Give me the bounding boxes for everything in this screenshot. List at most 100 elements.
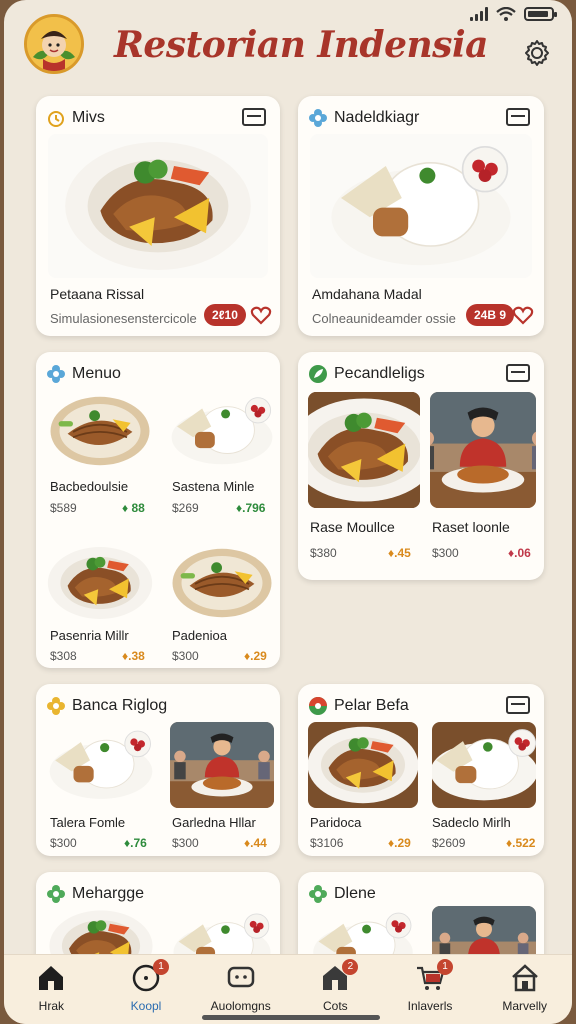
item-price: $300 (432, 546, 459, 560)
featured-card-2[interactable]: Nadeldkiagr Amdahana Madal Colneaunideam… (298, 96, 544, 336)
tab-label: Marvelly (502, 999, 548, 1013)
featured-card-1[interactable]: Mivs Petaana Rissal Simulasionesensterci… (36, 96, 280, 336)
item-price: $3106 (310, 836, 344, 850)
clock-icon: 1 (131, 959, 169, 993)
price-badge: 2ℓ10 (204, 304, 246, 326)
item-name: Raset loonle (432, 519, 510, 535)
card-header: Nadeldkiagr (308, 106, 534, 130)
item-name: Garledna Hllar (172, 815, 256, 830)
dish-description: Colneaunideamder ossie (312, 311, 456, 326)
clock-icon (48, 111, 64, 127)
dish-image (46, 542, 154, 624)
menu-icon[interactable] (242, 108, 266, 126)
item-price: $269 (172, 501, 199, 515)
chat-icon (227, 966, 254, 988)
card-header: Mehargge (46, 882, 270, 906)
item-name: Bacbedoulsie (50, 479, 129, 494)
dish-name: Amdahana Madal (312, 286, 422, 302)
tab-messages[interactable]: Auolomgns (193, 955, 288, 1024)
item-rating: ♦.76 (124, 836, 147, 850)
home-indicator[interactable] (202, 1015, 380, 1020)
heart-icon[interactable] (250, 304, 272, 326)
tab-label: Hrak (38, 999, 64, 1013)
app-header: Restorian Indensia (4, 14, 572, 78)
flower-icon (47, 365, 65, 383)
tab-label: Inlaverls (407, 999, 453, 1013)
bottom-tab-bar: Hrak 1 Koopl Auolomgns 2 Cots 1 Inlaverl… (4, 954, 572, 1024)
house-icon (511, 964, 538, 992)
card-title: Mehargge (72, 885, 145, 902)
tab-home[interactable]: Hrak (4, 955, 99, 1024)
card-header: Dlene (308, 882, 534, 906)
dish-image (46, 390, 154, 472)
gear-icon[interactable] (522, 38, 552, 68)
item-price: $2609 (432, 836, 466, 850)
heart-icon[interactable] (512, 304, 534, 326)
menu-icon[interactable] (506, 364, 530, 382)
recommended-card[interactable]: Pecandleligs Rase Moullce $380 ♦.45 Rase… (298, 352, 544, 580)
item-rating: ♦.44 (244, 836, 267, 850)
item-name: Sadeclo Mirlh (432, 815, 511, 830)
flower-icon (309, 109, 327, 127)
card-title: Mivs (72, 109, 105, 126)
item-price: $300 (50, 836, 77, 850)
card-header: Mivs (46, 106, 270, 130)
tab-profile[interactable]: Marvelly (477, 955, 572, 1024)
dish-image (168, 542, 276, 624)
item-price: $589 (50, 501, 77, 515)
dish-image (168, 390, 276, 472)
item-rating: ♦.29 (388, 836, 411, 850)
app-title: Restorian Indensia (114, 24, 488, 66)
logo (24, 14, 84, 74)
item-rating: ♦.796 (236, 501, 266, 515)
card-header: Pelar Befa (308, 694, 534, 718)
tab-store[interactable]: 2 Cots (288, 955, 383, 1024)
card-title: Dlene (334, 885, 376, 902)
tab-label: Auolomgns (210, 999, 271, 1013)
item-rating: ♦.38 (122, 649, 145, 663)
item-price: $300 (172, 836, 199, 850)
category-card[interactable]: Banca Riglog Talera Fomle $300 ♦.76 Garl… (36, 684, 280, 856)
cart-icon: 1 (415, 959, 454, 993)
tab-recent[interactable]: 1 Koopl (99, 955, 194, 1024)
card-title: Pecandleligs (334, 365, 425, 382)
card-title: Nadeldkiagr (334, 109, 420, 126)
item-name: Padenioa (172, 628, 227, 643)
card-title: Banca Riglog (72, 697, 168, 714)
dish-image (310, 134, 532, 278)
item-price: $308 (50, 649, 77, 663)
item-rating: ♦.45 (388, 546, 411, 560)
dish-image (308, 722, 418, 808)
notification-badge: 1 (437, 959, 454, 975)
notification-badge: 2 (342, 959, 359, 975)
item-name: Talera Fomle (50, 815, 126, 830)
leaf-icon (309, 365, 327, 383)
item-rating: ♦ 88 (122, 501, 145, 515)
menu-card[interactable]: Menuo Bacbedoulsie $589 ♦ 88 Sastena Min… (36, 352, 280, 668)
card-title: Menuo (72, 365, 121, 382)
item-rating: ♦.06 (508, 546, 531, 560)
flower-icon (47, 885, 65, 903)
dish-description: Simulasionesenstercicole (50, 311, 197, 326)
dish-image (46, 722, 156, 808)
dish-image (170, 722, 274, 808)
price-badge: 24B 9 (466, 304, 515, 326)
item-name: Paridoca (310, 815, 362, 830)
tab-label: Koopl (130, 999, 162, 1013)
item-rating: ♦.522 (506, 836, 536, 850)
dish-name: Petaana Rissal (50, 286, 145, 302)
item-name: Rase Moullce (310, 519, 395, 535)
menu-icon[interactable] (506, 108, 530, 126)
tab-cart[interactable]: 1 Inlaverls (383, 955, 478, 1024)
flower-icon (309, 885, 327, 903)
dish-image (432, 722, 536, 808)
card-header: Menuo (46, 362, 270, 386)
item-price: $300 (172, 649, 199, 663)
card-header: Banca Riglog (46, 694, 270, 718)
store-icon: 2 (320, 959, 359, 993)
item-name: Pasenria Millr (50, 628, 129, 643)
dish-image (430, 392, 536, 508)
menu-icon[interactable] (506, 696, 530, 714)
dish-image (48, 134, 268, 278)
category-card[interactable]: Pelar Befa Paridoca $3106 ♦.29 Sadeclo M… (298, 684, 544, 856)
